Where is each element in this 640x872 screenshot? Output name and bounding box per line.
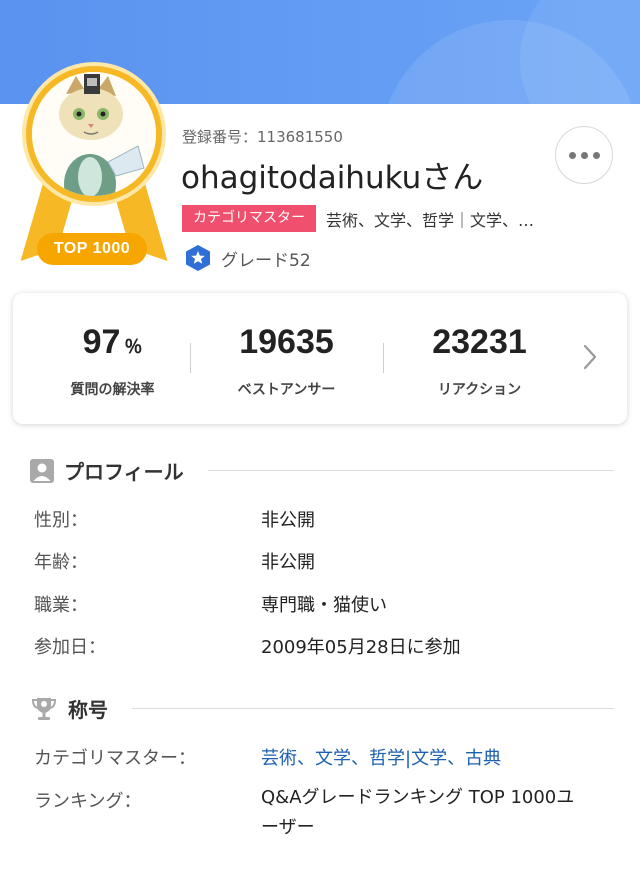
avatar[interactable] [32, 72, 156, 196]
divider [383, 343, 384, 373]
solve-rate-value: 97 ％ [82, 323, 143, 361]
title-value-ranking: Q&Aグレードランキング TOP 1000ユーザー [261, 787, 575, 838]
avatar-badge: TOP 1000 [20, 62, 168, 272]
profile-label-age: 年齢： [34, 552, 88, 573]
section-divider [132, 708, 614, 709]
best-answers-label: ベストアンサー [237, 382, 336, 398]
username: ohagitodaihukuさん [181, 160, 484, 196]
profile-label-gender: 性別： [34, 510, 88, 531]
profile-value-occupation: 専門職・猫使い [261, 595, 387, 616]
profile-label-occupation: 職業： [34, 595, 88, 616]
cat-scholar-avatar-icon [32, 72, 156, 196]
category-master-tag: カテゴリマスター [182, 205, 316, 232]
section-divider [207, 470, 614, 471]
category-row: カテゴリマスター 芸術、文学、哲学｜文学、古典 [182, 205, 542, 232]
more-dots-icon [580, 151, 588, 159]
reactions-label: リアクション [437, 382, 522, 398]
person-icon [30, 458, 54, 483]
category-list[interactable]: 芸術、文学、哲学｜文学、古典 [326, 207, 542, 231]
title-section-header: 称号 [30, 694, 614, 723]
trophy-icon [31, 697, 57, 720]
profile-label-joined: 参加日： [34, 637, 106, 658]
profile-section-title: プロフィール [64, 460, 184, 484]
reactions-value: 23231 [432, 323, 527, 361]
grade-row: グレード52 [184, 244, 311, 272]
profile-value-gender: 非公開 [261, 510, 315, 531]
registration-number: 登録番号：113681550 [182, 128, 343, 146]
more-dots-icon [568, 151, 576, 159]
grade-label: グレード52 [221, 250, 311, 271]
more-options-button[interactable] [555, 126, 613, 184]
chevron-right-icon[interactable] [580, 343, 600, 371]
solve-rate-label: 質問の解決率 [70, 382, 155, 398]
solve-rate-unit: ％ [124, 337, 143, 357]
more-dots-icon [592, 151, 600, 159]
title-value-category-master-link[interactable]: 芸術、文学、哲学|文学、古典 [261, 744, 501, 770]
profile-value-joined: 2009年05月28日に参加 [261, 637, 461, 658]
title-label-ranking: ランキング： [34, 791, 142, 812]
top-1000-badge: TOP 1000 [37, 233, 147, 265]
best-answers-value: 19635 [239, 323, 334, 361]
banner-decoration [520, 0, 640, 104]
profile-section-header: プロフィール [30, 456, 614, 485]
title-label-category-master: カテゴリマスター： [34, 748, 196, 769]
title-section-title: 称号 [68, 698, 108, 722]
profile-value-age: 非公開 [261, 552, 315, 573]
stats-card[interactable]: 97 ％ 質問の解決率 19635 ベストアンサー 23231 リアクション [13, 293, 627, 424]
grade-hexagon-star-icon [186, 245, 210, 271]
divider [190, 343, 191, 373]
